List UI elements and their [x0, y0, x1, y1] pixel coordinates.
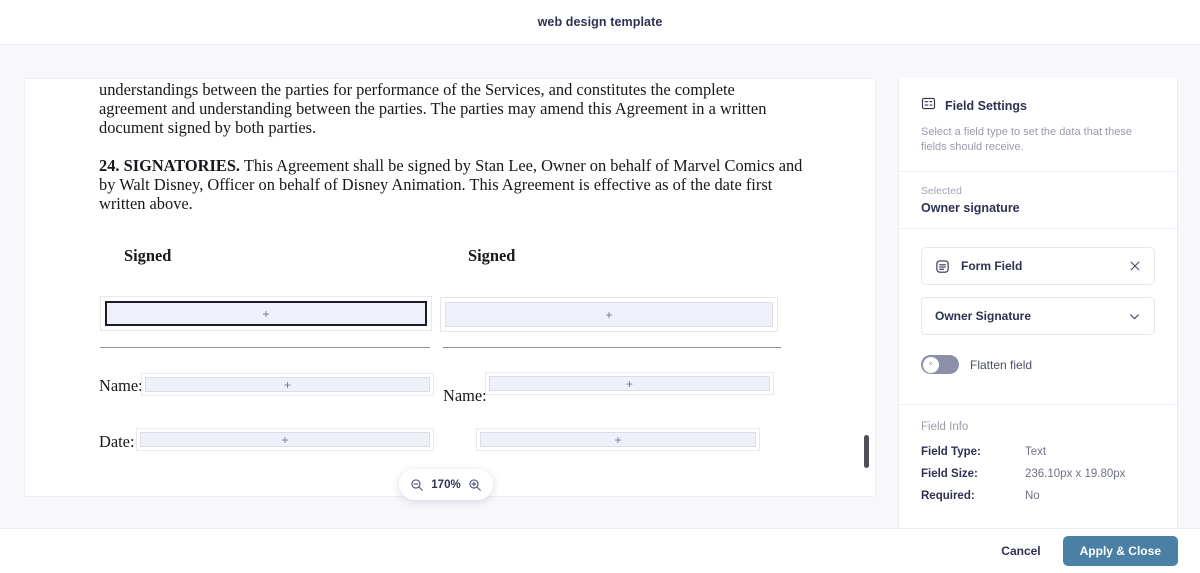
add-field-placeholder-icon: + [262, 306, 270, 321]
clause-number: 24. SIGNATORIES. [99, 156, 241, 176]
officer-signature-field[interactable]: + [445, 302, 773, 327]
signed-label-right: Signed [468, 245, 516, 265]
signature-rule-left [100, 347, 430, 348]
required-key: Required: [921, 490, 975, 502]
selected-caption: Selected [921, 185, 962, 197]
document-scrollbar-thumb[interactable] [864, 435, 869, 468]
panel-header-section: Field Settings Select a field type to se… [899, 78, 1177, 171]
document-paragraph-1: understandings between the parties for p… [99, 80, 767, 137]
toggle-knob: × [922, 356, 939, 373]
table-row: Required: No [921, 490, 1155, 502]
cancel-button[interactable]: Cancel [1001, 544, 1040, 558]
signed-label-left: Signed [124, 245, 172, 265]
document-page: understandings between the parties for p… [25, 79, 875, 276]
field-size-value: 236.10px x 19.80px [1025, 468, 1126, 480]
zoom-control: 170% [399, 469, 493, 500]
zoom-level-label: 170% [431, 478, 461, 491]
field-info-title: Field Info [921, 421, 969, 433]
form-field-chip-label: Form Field [961, 259, 1023, 273]
signature-rule-right [443, 347, 781, 348]
add-field-placeholder-icon: + [281, 432, 289, 447]
field-type-value: Text [1025, 446, 1047, 458]
field-type-select-value: Owner Signature [935, 309, 1032, 323]
zoom-in-icon[interactable] [468, 478, 482, 492]
name-label-left: Name: [99, 376, 143, 395]
document-paragraph-2: 24. SIGNATORIES. This Agreement shall be… [99, 156, 805, 213]
name-field-left[interactable]: + [145, 377, 430, 392]
panel-title: Field Settings [945, 99, 1027, 113]
footer-action-bar: Cancel Apply & Close [0, 528, 1200, 573]
selected-field-name: Owner signature [921, 201, 1020, 215]
add-field-placeholder-icon: + [283, 377, 291, 392]
page-title: web design template [537, 15, 663, 29]
name-field-right[interactable]: + [489, 376, 770, 391]
date-field-right[interactable]: + [480, 432, 756, 447]
form-field-chip[interactable]: Form Field [921, 247, 1155, 285]
panel-header: Field Settings [921, 96, 1155, 116]
flatten-field-toggle[interactable]: × [921, 355, 959, 374]
field-size-key: Field Size: [921, 468, 978, 480]
date-field-left[interactable]: + [140, 432, 430, 447]
selected-field-section: Selected Owner signature [899, 172, 1177, 228]
name-label-right: Name: [443, 386, 487, 405]
field-type-select[interactable]: Owner Signature [921, 297, 1155, 335]
top-header-bar: web design template [0, 0, 1200, 45]
close-icon[interactable] [1129, 260, 1141, 272]
date-label-left: Date: [99, 432, 135, 451]
form-field-icon [935, 259, 950, 274]
field-type-key: Field Type: [921, 446, 981, 458]
add-field-placeholder-icon: + [625, 376, 633, 391]
document-scrollbar[interactable] [863, 83, 870, 494]
owner-signature-field[interactable]: + [105, 301, 427, 326]
chevron-down-icon [1128, 310, 1141, 323]
flatten-field-row: × Flatten field [921, 355, 1155, 374]
field-controls-section: Form Field Owner Signature × Flatten fie… [899, 229, 1177, 390]
panel-description: Select a field type to set the data that… [921, 126, 1132, 153]
table-row: Field Size: 236.10px x 19.80px [921, 468, 1155, 480]
add-field-placeholder-icon: + [614, 432, 622, 447]
field-info-section: Field Info Field Type: Text Field Size: … [899, 405, 1177, 528]
signed-labels-row: Signed Signed [99, 246, 805, 276]
field-settings-panel: Field Settings Select a field type to se… [898, 78, 1178, 528]
required-value: No [1025, 490, 1040, 502]
form-settings-icon [921, 96, 936, 116]
apply-and-close-button[interactable]: Apply & Close [1062, 536, 1178, 566]
add-field-placeholder-icon: + [605, 307, 613, 322]
flatten-field-label: Flatten field [970, 357, 1033, 372]
zoom-out-icon[interactable] [410, 478, 424, 492]
workspace: understandings between the parties for p… [0, 45, 1200, 528]
table-row: Field Type: Text [921, 446, 1155, 458]
document-viewer[interactable]: understandings between the parties for p… [24, 78, 876, 497]
